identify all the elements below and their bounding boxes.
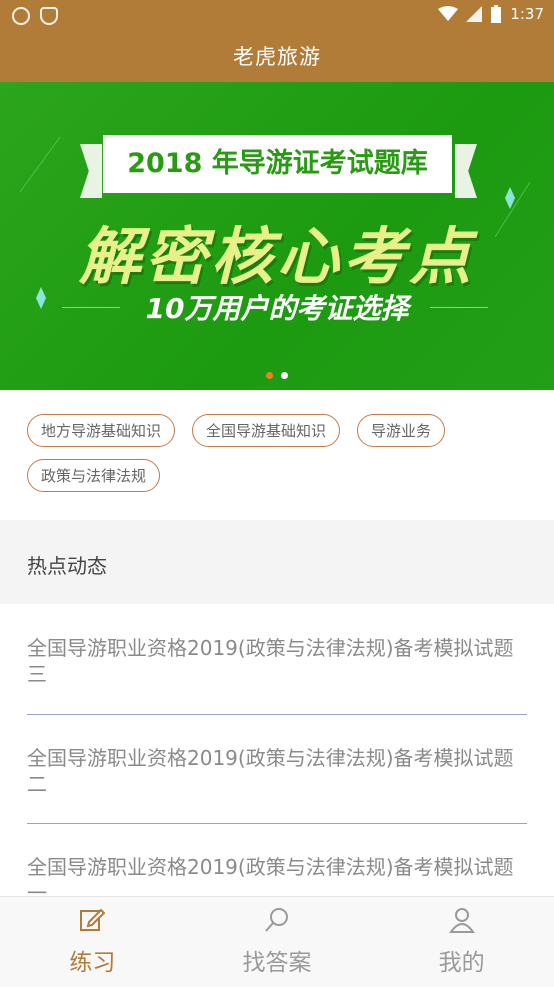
status-bar: 1:37 xyxy=(0,0,554,32)
app-title: 老虎旅游 xyxy=(0,32,554,82)
section-title: 热点动态 xyxy=(27,554,107,578)
news-item[interactable]: 全国导游职业资格2019(政策与法律法规)备考模拟试题三 xyxy=(27,635,527,687)
signal-icon xyxy=(466,6,483,22)
notification-app-icon xyxy=(12,7,30,25)
tab-label: 我的 xyxy=(438,950,485,976)
person-icon xyxy=(448,908,475,933)
search-icon xyxy=(265,908,288,932)
banner-ribbon: 2018 年导游证考试题库 xyxy=(103,135,452,193)
news-item[interactable]: 全国导游职业资格2019(政策与法律法规)备考模拟试题二 xyxy=(27,745,527,797)
tag-policy-law[interactable]: 政策与法律法规 xyxy=(27,459,161,492)
divider xyxy=(27,823,527,824)
banner-subline: 10万用户的考证选择 xyxy=(145,292,409,325)
banner-pager[interactable] xyxy=(0,372,554,379)
tag-local-basics[interactable]: 地方导游基础知识 xyxy=(27,414,176,447)
tag-national-basics[interactable]: 全国导游基础知识 xyxy=(192,414,341,447)
tab-label: 练习 xyxy=(69,950,116,976)
banner-headline: 解密核心考点 xyxy=(78,220,475,293)
wifi-icon xyxy=(438,6,459,21)
tab-practice[interactable]: 练习 xyxy=(0,897,185,987)
bottom-tab-bar: 练习 找答案 我的 xyxy=(0,896,554,987)
tag-guide-business[interactable]: 导游业务 xyxy=(357,414,446,447)
tab-mine[interactable]: 我的 xyxy=(369,897,554,987)
status-time: 1:37 xyxy=(510,5,544,23)
category-tags: 地方导游基础知识 全国导游基础知识 导游业务 政策与法律法规 xyxy=(27,414,537,492)
promo-banner[interactable]: 2018 年导游证考试题库 解密核心考点 10万用户的考证选择 xyxy=(0,82,554,390)
news-item[interactable]: 全国导游职业资格2019(政策与法律法规)备考模拟试题一 xyxy=(27,854,527,896)
tab-find-answers[interactable]: 找答案 xyxy=(185,897,370,987)
pager-dot[interactable] xyxy=(281,372,288,379)
edit-icon xyxy=(80,908,106,931)
battery-icon xyxy=(491,5,502,23)
shield-notification-icon xyxy=(40,7,58,25)
pager-dot[interactable] xyxy=(266,372,273,379)
divider xyxy=(27,714,527,715)
tab-label: 找答案 xyxy=(242,950,312,976)
